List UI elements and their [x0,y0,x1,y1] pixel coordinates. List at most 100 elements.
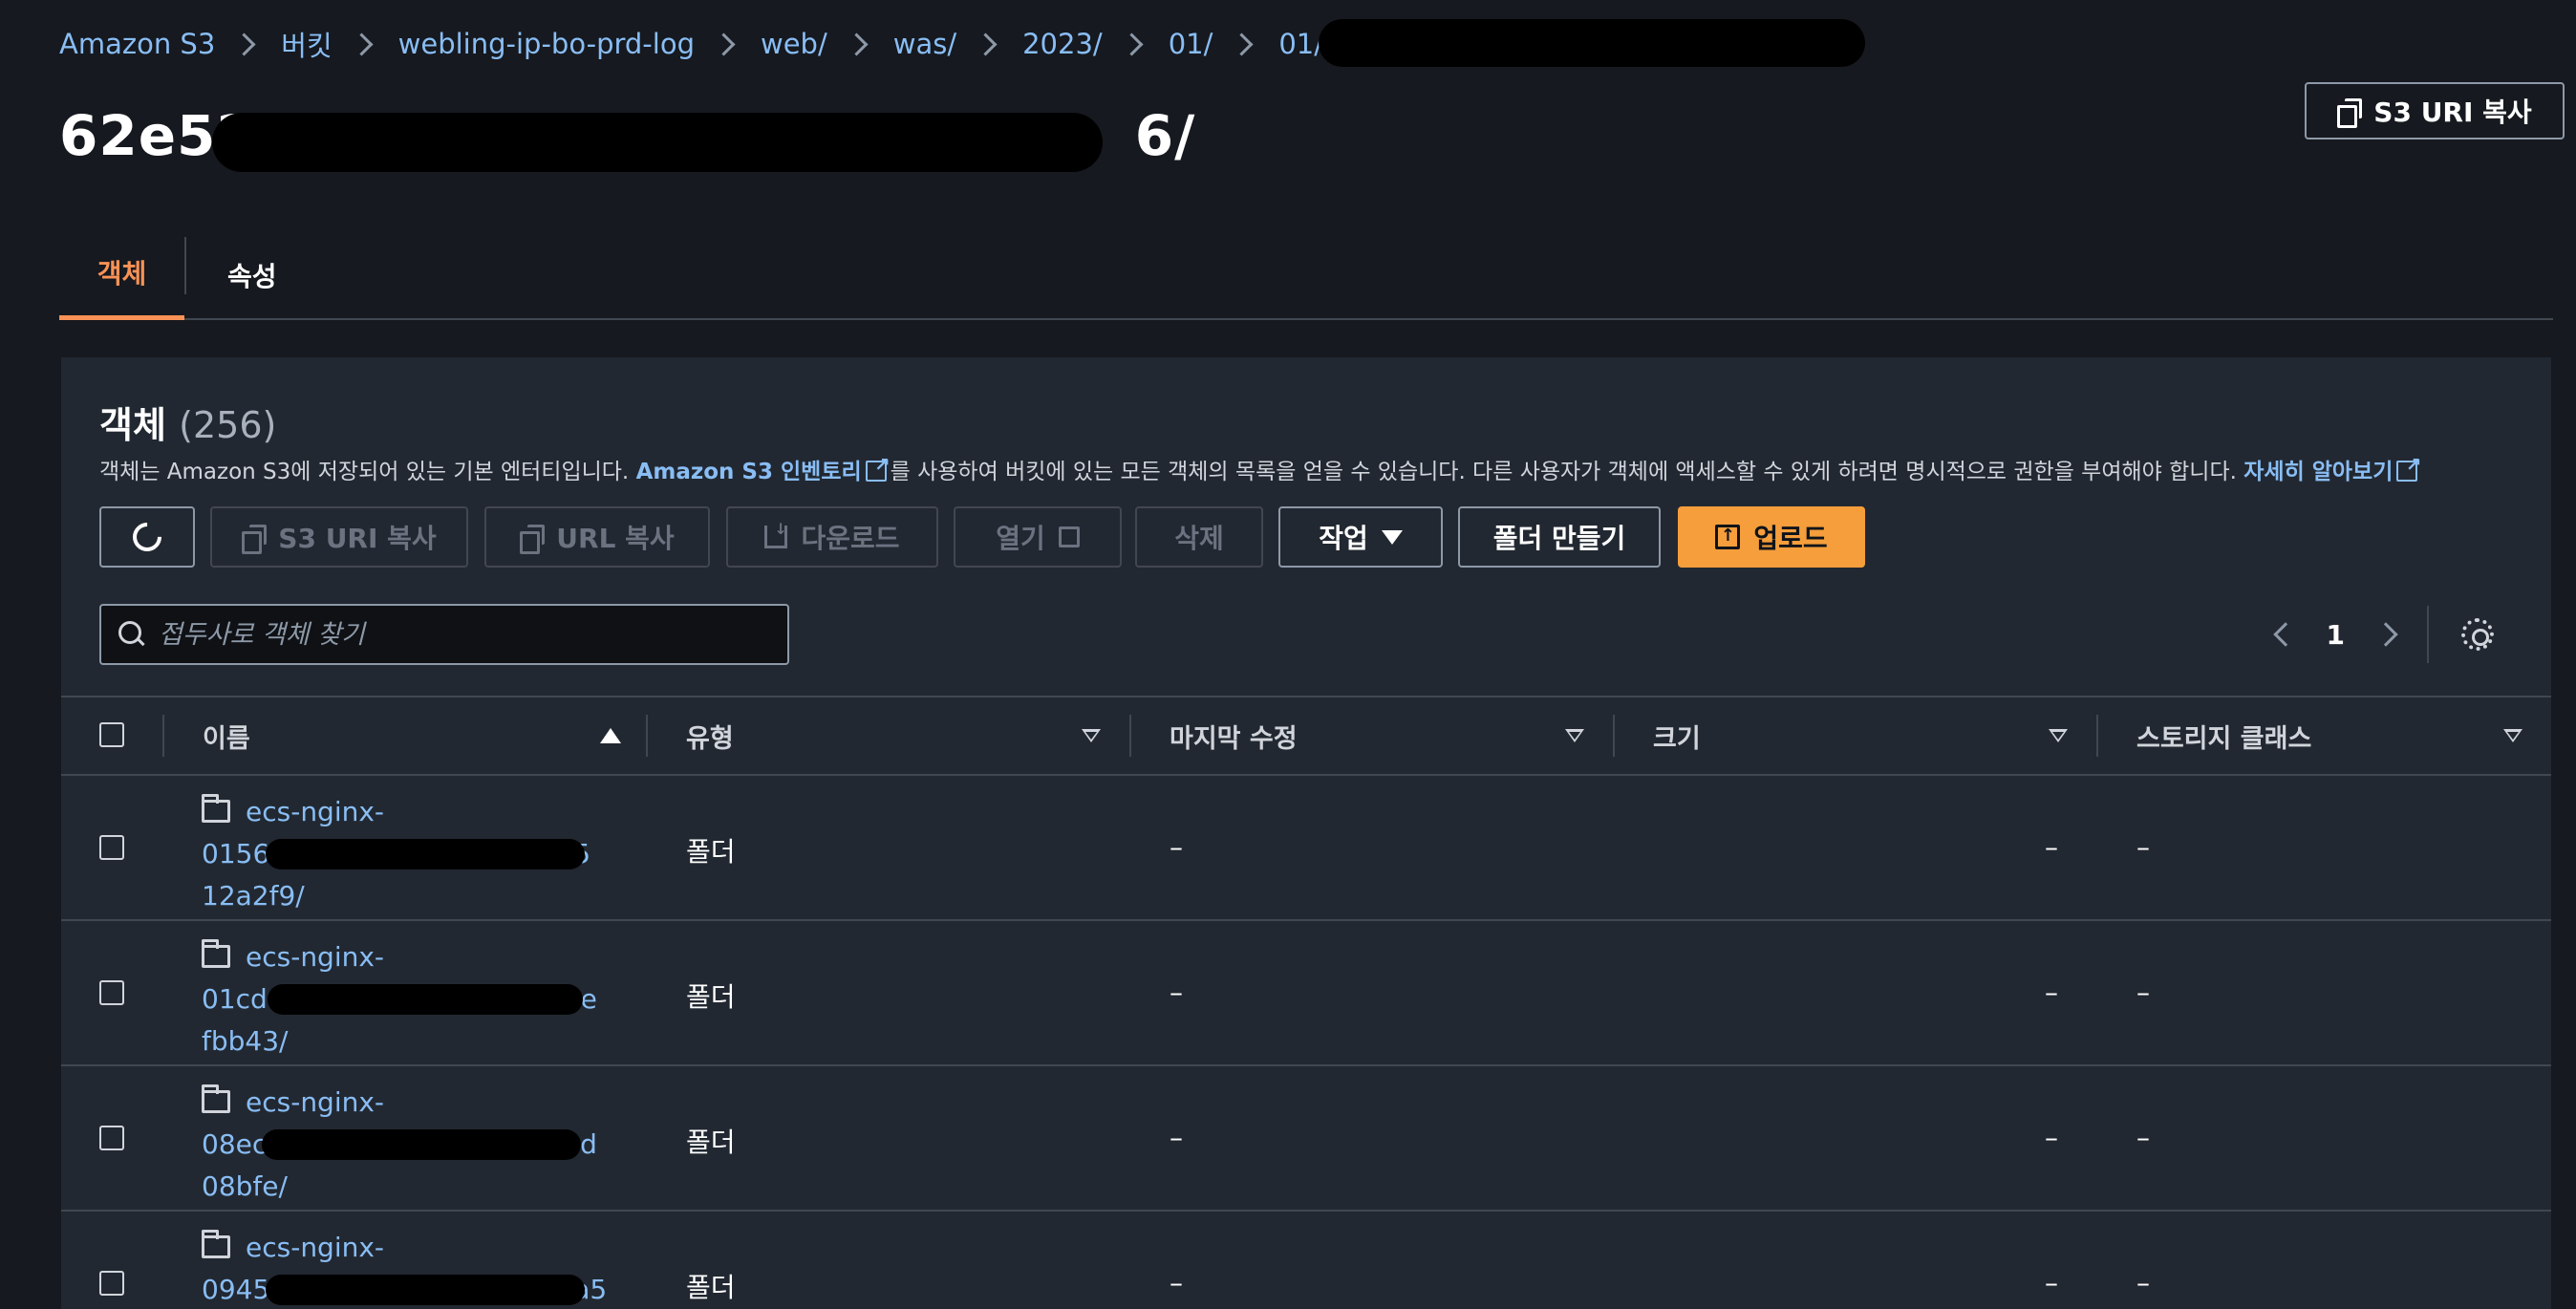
object-last-modified: – [1170,831,1183,863]
row-checkbox[interactable] [99,835,124,860]
open-button[interactable]: 열기 [954,506,1122,568]
objects-heading: 객체 (256) [99,396,276,448]
pager-divider [2427,606,2429,663]
object-name-line1: ecs-nginx- [246,1232,385,1263]
chevron-right-icon [232,32,256,56]
objects-description: 객체는 Amazon S3에 저장되어 있는 기본 엔터티입니다. Amazon… [99,453,2421,485]
page-number[interactable]: 1 [2327,619,2345,651]
object-size: – [2045,1122,2058,1153]
create-folder-button[interactable]: 폴더 만들기 [1458,506,1661,568]
copy-url-label: URL 복사 [556,523,675,554]
upload-button[interactable]: ↑ 업로드 [1678,506,1865,568]
redaction-mark [212,113,1103,172]
copy-s3-uri-label: S3 URI 복사 [278,523,437,554]
object-size: – [2045,976,2058,1008]
objects-count: (256) [179,404,277,446]
object-last-modified: – [1170,976,1183,1008]
object-storage-class: – [2136,976,2150,1008]
breadcrumb-buckets[interactable]: 버킷 [281,24,332,64]
breadcrumb-amazon-s3[interactable]: Amazon S3 [59,28,215,60]
actions-dropdown[interactable]: 작업 [1278,506,1443,568]
object-size: – [2045,1267,2058,1298]
column-header-type[interactable]: 유형 [686,697,734,774]
sort-ascending-icon[interactable] [600,728,621,743]
column-header-size[interactable]: 크기 [1653,697,1701,774]
gear-icon[interactable] [2461,618,2494,651]
breadcrumb-day[interactable]: 01/ [1278,28,1323,60]
sort-icon[interactable] [2049,729,2068,742]
external-link-icon [1058,526,1080,547]
copy-s3-uri-button[interactable]: S3 URI 복사 [210,506,468,568]
breadcrumb-web[interactable]: web/ [761,28,827,60]
tab-divider [184,237,186,294]
upload-icon: ↑ [1715,525,1741,549]
row-checkbox[interactable] [99,980,124,1005]
tab-properties-label: 속성 [227,260,277,292]
copy-s3-uri-header-button[interactable]: S3 URI 복사 [2305,82,2565,139]
object-name-line1: ecs-nginx- [246,1086,385,1118]
object-last-modified: – [1170,1122,1183,1153]
external-link-icon [2396,453,2421,482]
refresh-button[interactable] [99,506,195,568]
external-link-icon [865,453,891,482]
tabs: 객체 속성 [59,229,2553,320]
breadcrumb-month[interactable]: 01/ [1169,28,1213,60]
folder-icon [202,1084,230,1113]
column-header-storage-class[interactable]: 스토리지 클래스 [2136,697,2311,774]
table-row: ecs-nginx- 01565 12a2f9/ 폴더 – – – [61,776,2551,921]
column-divider [1613,715,1615,757]
object-type: 폴더 [686,1127,736,1158]
breadcrumb-was[interactable]: was/ [893,28,956,60]
learn-more-link[interactable]: 자세히 알아보기 [2243,460,2393,484]
download-icon: ↓ [764,520,788,548]
chevron-left-icon[interactable] [2272,622,2298,647]
folder-icon [202,1230,230,1258]
inventory-link[interactable]: Amazon S3 인벤토리 [636,460,862,484]
copy-s3-uri-header-label: S3 URI 복사 [2373,97,2532,128]
download-button[interactable]: ↓ 다운로드 [726,506,938,568]
sort-icon[interactable] [1082,729,1101,742]
redaction-mark [266,1275,585,1305]
object-type: 폴더 [686,1272,736,1303]
chevron-right-icon [350,32,374,56]
column-header-name[interactable]: 이름 [203,697,250,774]
column-divider [646,715,648,757]
object-name-line3: 08bfe/ [202,1170,288,1202]
tab-properties[interactable]: 속성 [227,229,277,320]
object-name-line1: ecs-nginx- [246,941,385,973]
breadcrumb: Amazon S3 버킷 webling-ip-bo-prd-log web/ … [59,21,1428,67]
delete-label: 삭제 [1174,523,1224,554]
redaction-mark [1319,19,1865,67]
sort-icon[interactable] [2503,729,2522,742]
copy-url-button[interactable]: URL 복사 [484,506,710,568]
object-storage-class: – [2136,1122,2150,1153]
table-row: ecs-nginx- 08ec5d 08bfe/ 폴더 – – – [61,1066,2551,1212]
search-icon [118,621,145,648]
redaction-mark [262,1129,581,1160]
delete-button[interactable]: 삭제 [1135,506,1263,568]
column-type-label: 유형 [686,723,734,754]
tab-objects[interactable]: 객체 [59,229,184,320]
tab-objects-label: 객체 [97,258,147,290]
search-field[interactable] [99,604,789,665]
select-all-checkbox[interactable] [99,722,124,747]
row-checkbox[interactable] [99,1271,124,1296]
column-last-modified-label: 마지막 수정 [1170,723,1298,754]
sort-icon[interactable] [1565,729,1584,742]
page-title-suffix: 6/ [1134,103,1196,168]
column-name-label: 이름 [203,723,250,754]
object-name-line2-start: 08ec [202,1128,268,1160]
chevron-right-icon[interactable] [2373,622,2398,647]
breadcrumb-year[interactable]: 2023/ [1022,28,1103,60]
redaction-mark [266,839,585,869]
search-input[interactable] [159,619,751,650]
copy-icon [242,525,268,554]
object-last-modified: – [1170,1267,1183,1298]
object-storage-class: – [2136,831,2150,863]
create-folder-label: 폴더 만들기 [1492,523,1626,554]
copy-icon [520,525,546,554]
object-name-line2-start: 0156 [202,838,270,869]
breadcrumb-bucket[interactable]: webling-ip-bo-prd-log [398,28,695,60]
row-checkbox[interactable] [99,1126,124,1150]
column-header-last-modified[interactable]: 마지막 수정 [1170,697,1298,774]
